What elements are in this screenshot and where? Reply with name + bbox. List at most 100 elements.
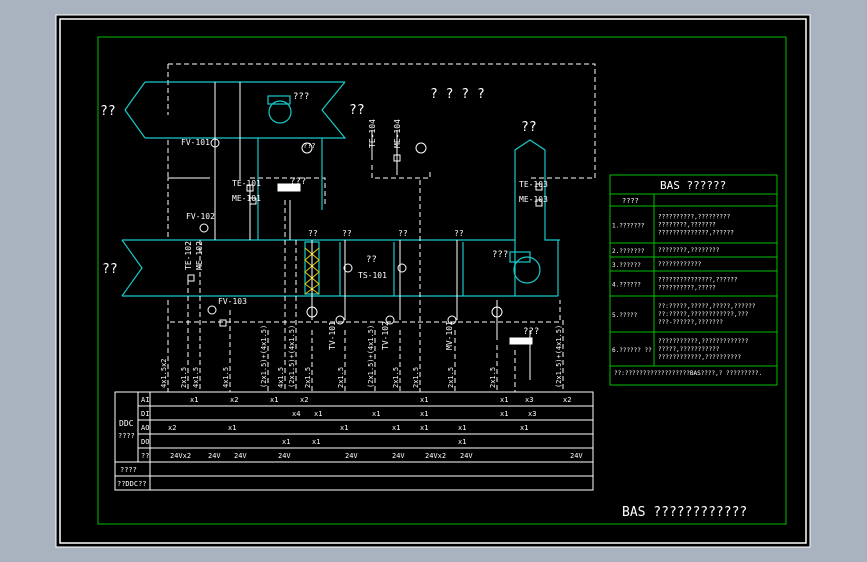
legend-item-num: 4.?????? <box>612 282 641 289</box>
ddc-power: 24V <box>208 452 221 460</box>
ddc-di-mark: x1 <box>500 410 508 418</box>
ddc-ai-mark: x1 <box>420 396 428 404</box>
ddc-ao-mark: x1 <box>228 424 236 432</box>
label-heater: ??? <box>290 177 306 187</box>
ddc-row-ai: AI <box>141 396 149 404</box>
ddc-power: 24V <box>570 452 583 460</box>
ddc-do-mark: x1 <box>282 438 290 446</box>
tag-te103: TE-103 <box>519 180 548 189</box>
legend-item-text: ????????,???????? <box>658 247 720 254</box>
legend-header: ???? <box>622 197 639 205</box>
ddc-row-extra1: ???? <box>120 466 137 474</box>
fresh-air-label: ?? <box>100 104 116 119</box>
label-humid: ?? <box>366 255 377 265</box>
label-coil2: ?? <box>398 229 408 238</box>
label-coil1: ?? <box>342 229 352 238</box>
ddc-label: DDC <box>119 419 134 428</box>
drawing-canvas: ? ? ? ? ?? ?? ??? ?? ?? ??? FV-101 FV-10… <box>55 14 811 548</box>
tag-me102: ME-102 <box>195 241 204 270</box>
ddc-power: 24V <box>345 452 358 460</box>
ddc-power: 24Vx2 <box>425 452 446 460</box>
ddc-di-mark: x1 <box>314 410 322 418</box>
tag-te104: TE-104 <box>368 119 377 148</box>
label-filter2: ?? <box>308 229 318 238</box>
cable-spec: 4x1.5 <box>222 367 230 388</box>
ddc-do-mark: x1 <box>458 438 466 446</box>
ddc-power: 24V <box>460 452 473 460</box>
legend-title: BAS ?????? <box>660 179 726 192</box>
cable-spec: 2x1.5 <box>392 367 400 388</box>
ddc-ao-mark: x1 <box>420 424 428 432</box>
cable-spec: (2x1.5)+(4x1.5) <box>555 325 563 388</box>
tag-me101: ME-101 <box>232 194 261 203</box>
tag-fv103: FV-103 <box>218 297 247 306</box>
cable-spec: 2x1.5 <box>412 367 420 388</box>
title-top: ? ? ? ? <box>430 87 485 102</box>
label-coil-mark: ?? <box>454 229 464 238</box>
exhaust-damper-label: ?? <box>521 120 537 135</box>
legend-item-num: 5.????? <box>612 312 638 319</box>
tag-fv102: FV-102 <box>186 212 215 221</box>
label-filter1: ??? <box>303 142 316 150</box>
legend-item-text: ???????????? <box>658 261 702 268</box>
ddc-do-mark: x1 <box>312 438 320 446</box>
ddc-ao-mark: x1 <box>340 424 348 432</box>
cable-spec: 2x1.5 <box>304 367 312 388</box>
return-air-label: ?? <box>102 262 118 277</box>
ddc-ai-mark: x1 <box>500 396 508 404</box>
ddc-di-mark: x1 <box>420 410 428 418</box>
ddc-ao-mark: x2 <box>168 424 176 432</box>
ddc-ao-mark: x1 <box>520 424 528 432</box>
ddc-di-mark: x3 <box>528 410 536 418</box>
ddc-power: 24V <box>234 452 247 460</box>
tag-te101: TE-101 <box>232 179 261 188</box>
tag-tv102: TV-102 <box>381 321 390 350</box>
ddc-di-mark: x1 <box>372 410 380 418</box>
ddc-power: 24V <box>392 452 405 460</box>
ddc-power: 24Vx2 <box>170 452 191 460</box>
ddc-row-ao: AO <box>141 424 149 432</box>
cable-spec: 2x1.5 <box>180 367 188 388</box>
ddc-ai-mark: x1 <box>190 396 198 404</box>
tag-fv101: FV-101 <box>181 138 210 147</box>
tag-ts101: TS-101 <box>358 271 387 280</box>
ddc-ai-mark: x2 <box>230 396 238 404</box>
ddc-ai-mark: x1 <box>270 396 278 404</box>
label-fan: ??? <box>523 327 539 337</box>
ddc-row-di: DI <box>141 410 149 418</box>
ddc-ao-mark: x1 <box>392 424 400 432</box>
cable-spec: 2x1.5 <box>489 367 497 388</box>
legend-item-num: 3.?????? <box>612 262 641 269</box>
cable-spec: (2x1.5)+(4x1.5) <box>288 325 296 388</box>
ddc-ai-mark: x2 <box>300 396 308 404</box>
legend-item-num: 2.??????? <box>612 248 645 255</box>
ddc-row-do: DO <box>141 438 149 446</box>
ddc-di-mark: x4 <box>292 410 300 418</box>
legend-item-num: 6.?????? ?? <box>612 347 652 354</box>
cable-spec: 2x1.5 <box>447 367 455 388</box>
cable-spec: (2x1.5)+(4x1.5) <box>260 325 268 388</box>
cable-spec: 4x1.5 <box>192 367 200 388</box>
cad-viewport[interactable]: ? ? ? ? ?? ?? ??? ?? ?? ??? FV-101 FV-10… <box>0 0 867 562</box>
cable-spec: 2x1.5 <box>337 367 345 388</box>
cable-spec: (2x1.5)+(4x1.5) <box>367 325 375 388</box>
tag-mv101: MV-101 <box>445 321 454 350</box>
supply-fan-label: ??? <box>492 250 508 260</box>
tag-me103: ME-103 <box>519 195 548 204</box>
tag-tv101: TV-101 <box>328 321 337 350</box>
ddc-ai-mark: x2 <box>563 396 571 404</box>
legend-note: ??:??????????????????BAS????,? ?????????… <box>614 370 762 377</box>
legend-item-num: 1.??????? <box>612 223 645 230</box>
ddc-row-power: ?? <box>141 452 149 460</box>
exhaust-air-label: ?? <box>349 103 365 118</box>
ddc-ao-mark: x1 <box>458 424 466 432</box>
tag-me104: ME-104 <box>393 119 402 148</box>
exhaust-fan-label: ??? <box>293 92 309 102</box>
tag-te102: TE-102 <box>184 241 193 270</box>
ddc-ai-mark: x3 <box>525 396 533 404</box>
title-bottom: BAS ???????????? <box>622 505 747 520</box>
ddc-power: 24V <box>278 452 291 460</box>
ddc-row-extra2: ??DDC?? <box>117 480 147 488</box>
cable-spec: 4x1.5 <box>277 367 285 388</box>
ddc-label2: ???? <box>118 432 135 440</box>
